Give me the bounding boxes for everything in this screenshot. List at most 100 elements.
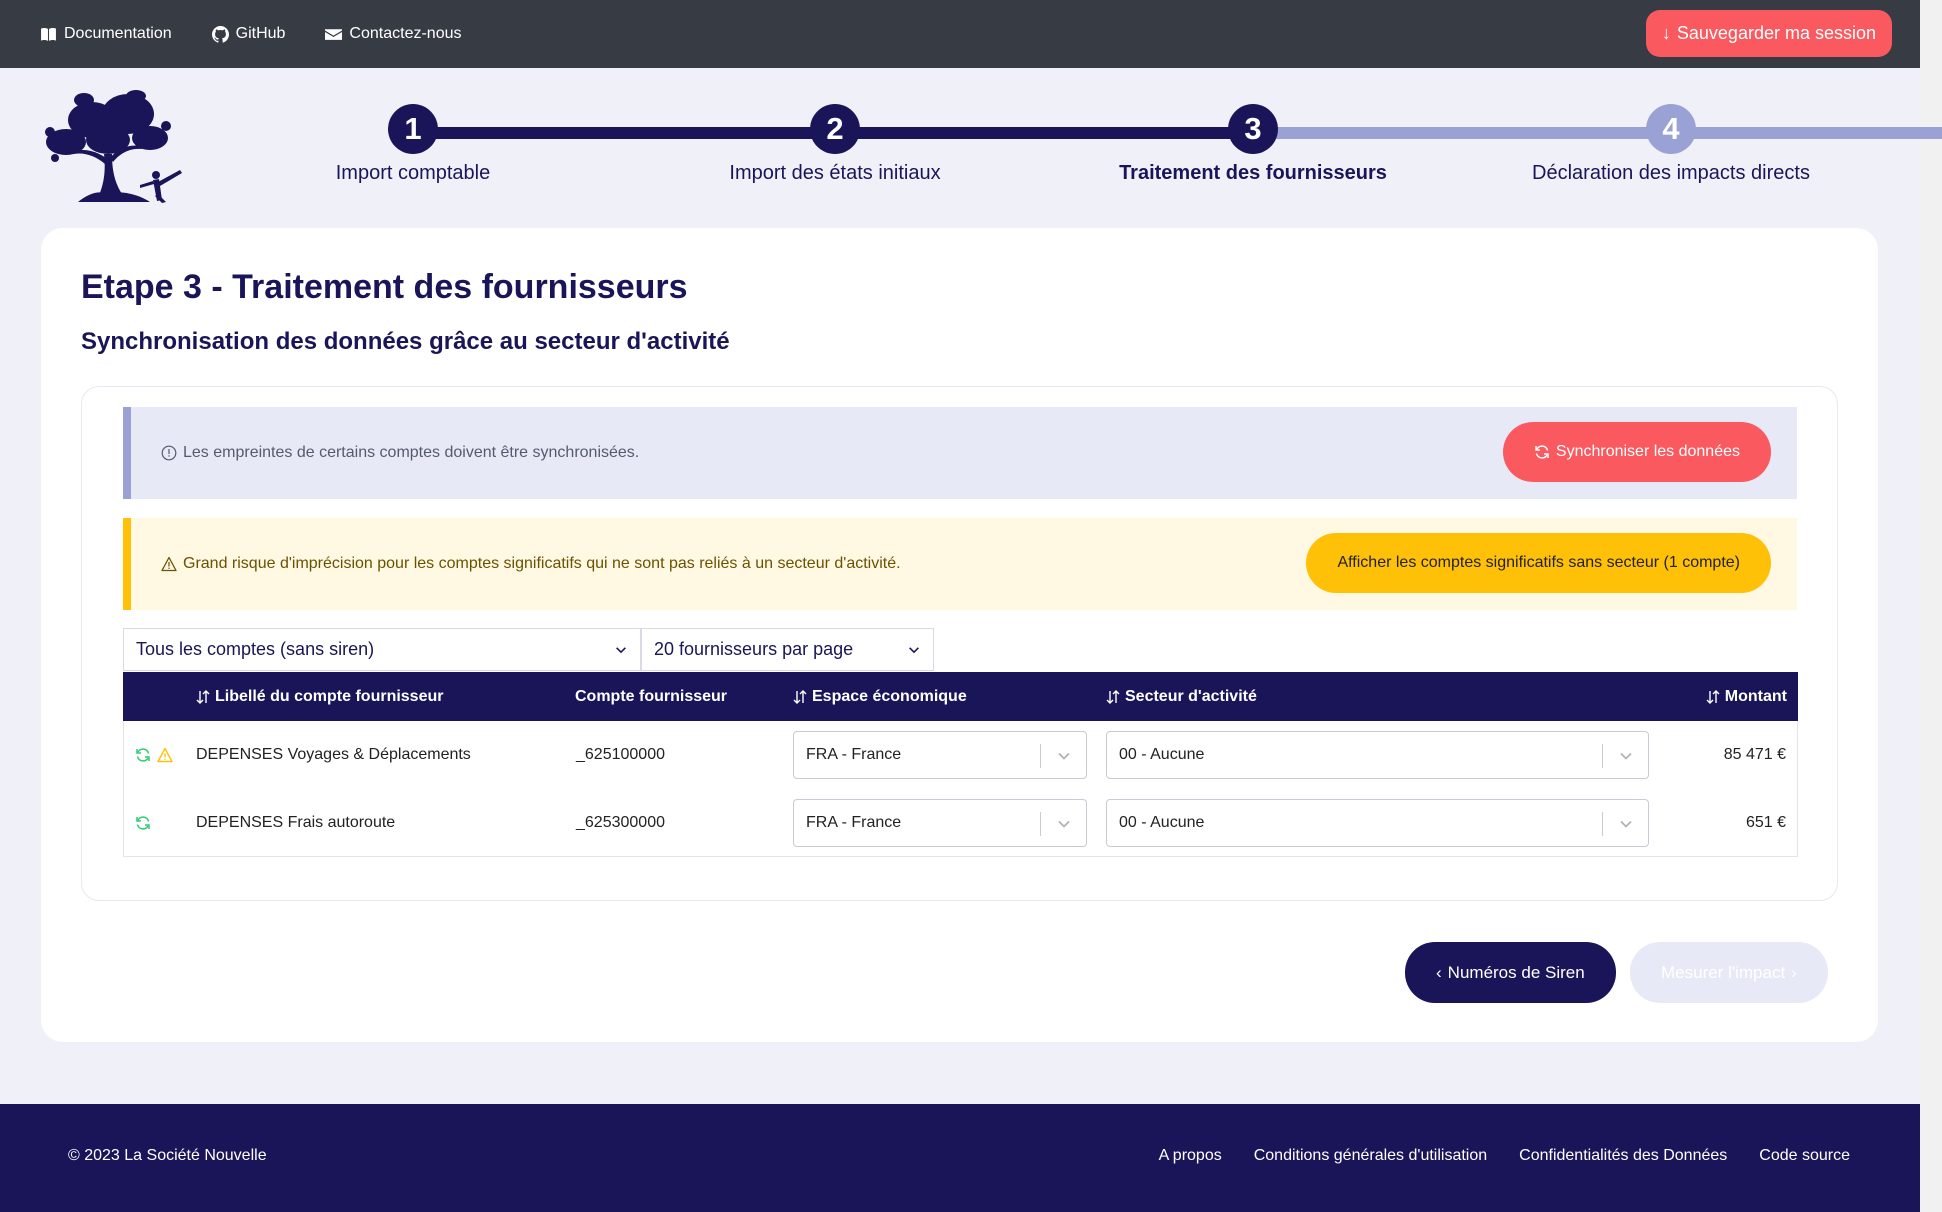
chevron-down-icon	[1058, 752, 1070, 760]
economic-space-select[interactable]: FRA - France	[793, 731, 1087, 779]
table-body: DEPENSES Voyages & Déplacements _6251000…	[123, 721, 1798, 857]
sort-icon	[196, 689, 210, 704]
header-economic-space-text: Espace économique	[812, 687, 967, 705]
header-account-label-text: Libellé du compte fournisseur	[215, 687, 444, 705]
step-2-label: Import des états initiaux	[729, 162, 941, 184]
header-amount[interactable]: Montant	[1705, 672, 1787, 721]
footer-link-source-code[interactable]: Code source	[1759, 1147, 1850, 1165]
per-page-select[interactable]: 20 fournisseurs par page	[641, 628, 934, 671]
table-row: DEPENSES Frais autoroute _625300000 FRA …	[124, 789, 1797, 857]
header-economic-space[interactable]: Espace économique	[792, 672, 967, 721]
row-account-number: _625300000	[576, 814, 665, 831]
show-accounts-without-sector-button[interactable]: Afficher les comptes significatifs sans …	[1306, 533, 1771, 593]
save-session-label: Sauvegarder ma session	[1676, 23, 1876, 43]
github-icon	[211, 25, 229, 43]
sync-status-icon	[136, 816, 150, 830]
footer-link-privacy[interactable]: Confidentialités des Données	[1519, 1147, 1727, 1165]
step-4[interactable]: 4 Déclaration des impacts directs	[1461, 104, 1881, 185]
documentation-label: Documentation	[64, 25, 172, 42]
economic-space-value: FRA - France	[806, 746, 902, 763]
sector-warning-alert: Grand risque d'imprécision pour les comp…	[123, 518, 1797, 610]
row-account-number: _625100000	[576, 746, 665, 763]
sync-info-alert: Les empreintes de certains comptes doive…	[123, 407, 1797, 499]
row-status-icons	[135, 789, 151, 857]
github-label: GitHub	[235, 25, 286, 42]
step-4-label: Déclaration des impacts directs	[1532, 162, 1810, 184]
warning-triangle-icon	[157, 747, 173, 763]
activity-sector-value: 00 - Aucune	[1119, 814, 1205, 831]
suppliers-table: Libellé du compte fournisseur Compte fou…	[123, 672, 1798, 857]
header-activity-sector[interactable]: Secteur d'activité	[1105, 672, 1257, 721]
economic-space-value: FRA - France	[806, 814, 902, 831]
footer-links: A propos Conditions générales d'utilisat…	[1159, 1147, 1850, 1165]
step-3[interactable]: 3 Traitement des fournisseurs	[1043, 104, 1463, 185]
select-separator	[1602, 812, 1603, 836]
top-navbar: Documentation GitHub Contactez-nous ↓ Sa…	[0, 0, 1920, 68]
sort-icon	[1106, 689, 1120, 704]
show-accounts-label: Afficher les comptes significatifs sans …	[1337, 554, 1740, 571]
suppliers-panel: Les empreintes de certains comptes doive…	[81, 386, 1838, 901]
sort-icon	[793, 689, 807, 704]
sync-data-label: Synchroniser les données	[1555, 443, 1740, 460]
previous-step-button[interactable]: ‹ Numéros de Siren	[1405, 942, 1616, 1003]
footer-copyright: © 2023 La Société Nouvelle	[68, 1147, 267, 1164]
save-session-button[interactable]: ↓ Sauvegarder ma session	[1645, 10, 1892, 57]
step-1[interactable]: 1 Import comptable	[203, 104, 623, 185]
sync-data-button[interactable]: Synchroniser les données	[1502, 422, 1771, 482]
page-subtitle: Synchronisation des données grâce au sec…	[81, 328, 730, 355]
select-separator	[1602, 744, 1603, 768]
arrow-down-icon: ↓	[1661, 23, 1671, 43]
header-amount-text: Montant	[1724, 687, 1787, 705]
table-header: Libellé du compte fournisseur Compte fou…	[123, 672, 1798, 721]
table-row: DEPENSES Voyages & Déplacements _6251000…	[124, 721, 1797, 789]
next-step-label: Mesurer l'impact	[1661, 962, 1786, 982]
book-icon	[41, 27, 56, 41]
contact-link[interactable]: Contactez-nous	[325, 25, 461, 43]
activity-sector-select[interactable]: 00 - Aucune	[1106, 731, 1649, 779]
step-3-label: Traitement des fournisseurs	[1119, 162, 1387, 184]
step-2[interactable]: 2 Import des états initiaux	[625, 104, 1045, 185]
footer: © 2023 La Société Nouvelle A propos Cond…	[0, 1104, 1920, 1212]
row-amount: 85 471 €	[1723, 746, 1786, 763]
documentation-link[interactable]: Documentation	[40, 25, 172, 43]
chevron-down-icon	[1058, 820, 1070, 828]
header-account-number-text: Compte fournisseur	[575, 687, 728, 705]
sync-info-text: Les empreintes de certains comptes doive…	[183, 444, 640, 461]
progress-stepper: 1 Import comptable 2 Import des états in…	[0, 104, 1942, 194]
row-status-icons	[135, 721, 173, 789]
chevron-down-icon	[1620, 820, 1632, 828]
header-activity-sector-text: Secteur d'activité	[1125, 687, 1257, 705]
chevron-down-icon	[1620, 752, 1632, 760]
chevron-down-icon	[909, 646, 919, 653]
sector-warning-text: Grand risque d'imprécision pour les comp…	[183, 555, 901, 572]
account-filter-select[interactable]: Tous les comptes (sans siren)	[123, 628, 641, 671]
row-account-label: DEPENSES Frais autoroute	[196, 814, 396, 831]
step-1-label: Import comptable	[335, 162, 491, 184]
step-3-circle: 3	[1228, 104, 1278, 154]
step-2-circle: 2	[810, 104, 860, 154]
step-4-circle: 4	[1646, 104, 1696, 154]
header-account-label[interactable]: Libellé du compte fournisseur	[195, 672, 443, 721]
select-separator	[1040, 744, 1041, 768]
sync-status-icon	[136, 748, 150, 762]
github-link[interactable]: GitHub	[211, 25, 286, 43]
per-page-value: 20 fournisseurs par page	[654, 639, 854, 659]
economic-space-select[interactable]: FRA - France	[793, 799, 1087, 847]
footer-link-terms[interactable]: Conditions générales d'utilisation	[1254, 1147, 1487, 1165]
refresh-icon	[1535, 445, 1549, 459]
header-account-number: Compte fournisseur	[575, 672, 727, 721]
step-1-circle: 1	[388, 104, 438, 154]
warning-triangle-icon	[161, 556, 177, 572]
page-scrollbar[interactable]	[1920, 0, 1942, 1212]
activity-sector-select[interactable]: 00 - Aucune	[1106, 799, 1649, 847]
account-filter-value: Tous les comptes (sans siren)	[136, 639, 375, 659]
footer-link-about[interactable]: A propos	[1159, 1147, 1222, 1165]
row-account-label: DEPENSES Voyages & Déplacements	[196, 746, 471, 763]
previous-step-label: Numéros de Siren	[1447, 962, 1585, 982]
main-card: Etape 3 - Traitement des fournisseurs Sy…	[41, 228, 1878, 1042]
next-step-button[interactable]: Mesurer l'impact ›	[1630, 942, 1828, 1003]
row-amount: 651 €	[1745, 814, 1786, 831]
chevron-left-icon: ‹	[1436, 962, 1442, 982]
chevron-down-icon	[616, 646, 626, 653]
table-filters: Tous les comptes (sans siren) 20 fournis…	[123, 628, 934, 671]
